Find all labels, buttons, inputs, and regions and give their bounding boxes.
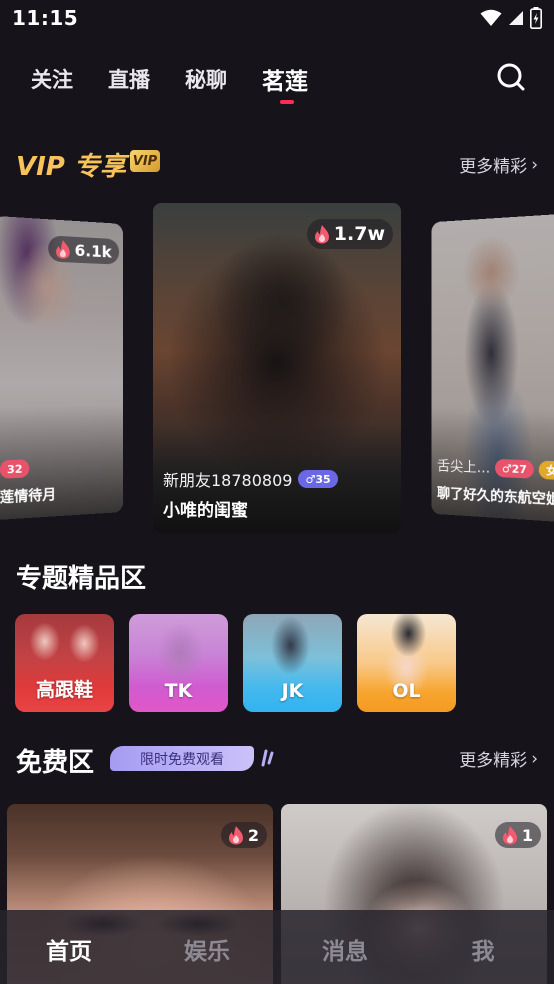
tab-private-chat[interactable]: 秘聊 <box>185 64 227 94</box>
topic-label: 高跟鞋 <box>35 679 93 701</box>
flame-icon <box>56 239 70 259</box>
nav-entertainment[interactable]: 娱乐 <box>157 932 257 966</box>
bottom-nav: 首页 娱乐 消息 我 <box>0 910 554 984</box>
topic-high-heels[interactable]: 高跟鞋 <box>15 614 114 712</box>
free-more-label: 更多精彩 <box>459 751 528 771</box>
search-icon[interactable] <box>496 62 526 92</box>
limited-free-tag: 限时免费观看 <box>110 746 254 771</box>
active-tab-indicator <box>280 100 294 104</box>
card-username: 舌尖上… <box>437 458 491 477</box>
topic-label: OL <box>392 680 421 702</box>
card-user-row: 32 <box>0 459 30 479</box>
age-badge: 32 <box>0 459 30 479</box>
vip-card-left[interactable]: 6.1k 32 莲情待月 <box>0 215 123 521</box>
vip-section-title: VIP 专享 <box>16 152 126 182</box>
vip-section-header: VIP 专享 VIP 更多精彩 › <box>16 144 538 184</box>
heat-count: 6.1k <box>74 240 112 261</box>
topic-tk[interactable]: TK <box>129 614 228 712</box>
vip-card-right[interactable]: 舌尖上… ♂ 27 女 聊了好久的东航空姐 <box>431 213 554 523</box>
age-badge: ♂ 35 <box>298 470 338 488</box>
status-time: 11:15 <box>12 6 79 30</box>
topic-ol[interactable]: OL <box>357 614 456 712</box>
flame-icon <box>314 225 329 244</box>
vip-badge-icon: VIP <box>130 150 160 172</box>
age-badge: ♂ 27 <box>495 458 534 479</box>
card-caption: 莲情待月 <box>0 487 57 507</box>
heat-badge: 6.1k <box>48 235 120 265</box>
free-section-title: 免费区 <box>16 748 95 778</box>
tab-live[interactable]: 直播 <box>108 64 150 94</box>
chevron-right-icon: › <box>531 154 538 175</box>
card-caption: 小唯的闺蜜 <box>163 501 248 521</box>
heat-badge: 1 <box>494 822 541 848</box>
nav-home[interactable]: 首页 <box>19 932 119 966</box>
topic-label: JK <box>281 680 304 702</box>
age-value: 35 <box>315 472 331 486</box>
battery-icon <box>530 7 542 29</box>
status-icons <box>480 6 542 30</box>
heat-count: 1.7w <box>333 223 385 245</box>
wifi-icon <box>480 9 502 26</box>
topic-section-title: 专题精品区 <box>16 564 147 594</box>
topic-jk[interactable]: JK <box>243 614 342 712</box>
vip-card-featured[interactable]: 1.7w 新朋友18780809 ♂ 35 小唯的闺蜜 <box>153 203 401 533</box>
vip-more-label: 更多精彩 <box>459 157 528 177</box>
heat-count: 1 <box>521 825 533 845</box>
nav-me[interactable]: 我 <box>433 932 533 966</box>
tab-follow[interactable]: 关注 <box>31 64 73 94</box>
tab-minglian[interactable]: 茗莲 <box>262 62 308 96</box>
heat-count: 2 <box>247 825 259 845</box>
flame-icon <box>228 826 243 845</box>
gender-badge: 女 <box>538 460 554 481</box>
card-username: 新朋友18780809 <box>163 471 293 490</box>
free-more-link[interactable]: 更多精彩 › <box>459 746 538 772</box>
heat-badge: 2 <box>220 822 267 848</box>
chevron-right-icon: › <box>531 748 538 769</box>
free-section-header: 免费区 限时免费观看 更多精彩 › <box>16 738 538 782</box>
card-user-row: 新朋友18780809 ♂ 35 <box>163 467 338 491</box>
status-bar: 11:15 <box>0 0 554 38</box>
age-value: 27 <box>511 462 527 476</box>
topic-label: TK <box>164 680 193 702</box>
tag-decoration-icon <box>261 749 274 767</box>
signal-icon <box>509 11 523 25</box>
heat-badge: 1.7w <box>306 219 393 249</box>
flame-icon <box>502 826 517 845</box>
nav-messages[interactable]: 消息 <box>295 932 395 966</box>
top-tabs: 关注 直播 秘聊 茗莲 <box>0 58 554 108</box>
topic-grid: 高跟鞋 TK JK OL <box>15 614 475 712</box>
vip-more-link[interactable]: 更多精彩 › <box>459 152 538 178</box>
